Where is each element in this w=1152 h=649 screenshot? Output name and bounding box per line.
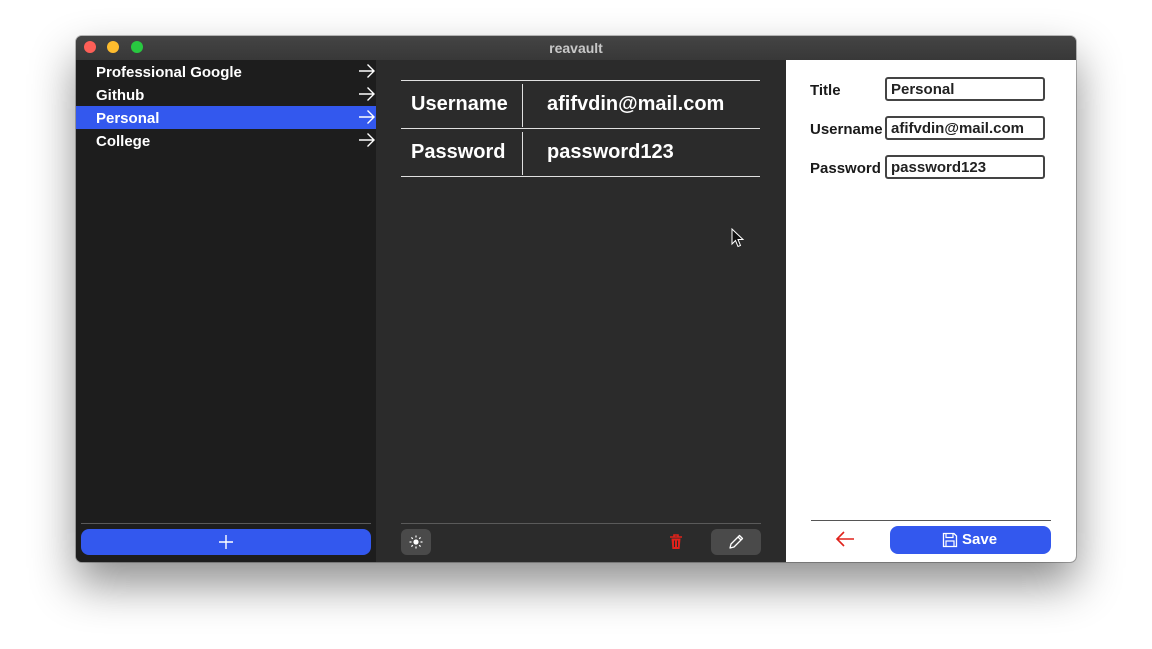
trash-icon[interactable] bbox=[666, 532, 686, 552]
sidebar: Professional Google Github Personal Coll… bbox=[76, 60, 376, 562]
sidebar-item-github[interactable]: Github bbox=[76, 83, 376, 106]
username-field-label: Username bbox=[810, 121, 883, 138]
edit-entry-button[interactable] bbox=[711, 529, 761, 555]
table-column-divider bbox=[522, 84, 523, 127]
entry-detail-panel: Username afifvdin@mail.com Password pass… bbox=[376, 60, 786, 562]
save-button[interactable]: Save bbox=[890, 526, 1051, 554]
title-input[interactable] bbox=[885, 77, 1045, 101]
save-button-label: Save bbox=[962, 531, 998, 548]
window-title: reavault bbox=[549, 40, 603, 56]
password-value: password123 bbox=[547, 141, 674, 163]
username-label: Username bbox=[411, 93, 508, 115]
floppy-disk-icon bbox=[942, 532, 958, 548]
table-border-top bbox=[401, 80, 760, 81]
username-value: afifvdin@mail.com bbox=[547, 93, 725, 115]
sidebar-item-label: College bbox=[96, 133, 151, 150]
arrow-left-icon[interactable] bbox=[834, 529, 856, 549]
password-field-label: Password bbox=[810, 160, 881, 177]
arrow-right-icon bbox=[359, 64, 375, 78]
arrow-right-icon bbox=[359, 133, 375, 147]
app-window: reavault Professional Google Github Pers… bbox=[76, 36, 1076, 562]
sidebar-item-label: Github bbox=[96, 87, 145, 104]
sidebar-item-college[interactable]: College bbox=[76, 129, 376, 152]
toolbar-divider bbox=[401, 523, 761, 524]
mouse-pointer-icon bbox=[731, 228, 745, 248]
table-row-divider bbox=[401, 128, 760, 129]
sidebar-item-label: Personal bbox=[96, 110, 160, 127]
arrow-right-icon bbox=[359, 110, 375, 124]
title-bar[interactable]: reavault bbox=[76, 36, 1076, 61]
arrow-right-icon bbox=[359, 87, 375, 101]
table-border-bottom bbox=[401, 176, 760, 177]
theme-toggle-button[interactable] bbox=[401, 529, 431, 555]
sidebar-item-label: Professional Google bbox=[96, 64, 242, 81]
add-entry-button[interactable] bbox=[81, 529, 371, 555]
password-label: Password bbox=[411, 141, 506, 163]
form-divider bbox=[811, 520, 1051, 521]
username-input[interactable] bbox=[885, 116, 1045, 140]
sun-icon bbox=[409, 535, 423, 549]
edit-entry-form: Title Username Password Save bbox=[786, 60, 1076, 562]
title-field-label: Title bbox=[810, 82, 841, 99]
pencil-icon bbox=[729, 534, 744, 549]
plus-icon bbox=[219, 535, 233, 549]
sidebar-divider bbox=[81, 523, 371, 524]
sidebar-item-personal[interactable]: Personal bbox=[76, 106, 376, 129]
password-input[interactable] bbox=[885, 155, 1045, 179]
sidebar-item-professional-google[interactable]: Professional Google bbox=[76, 60, 376, 83]
table-column-divider bbox=[522, 132, 523, 175]
